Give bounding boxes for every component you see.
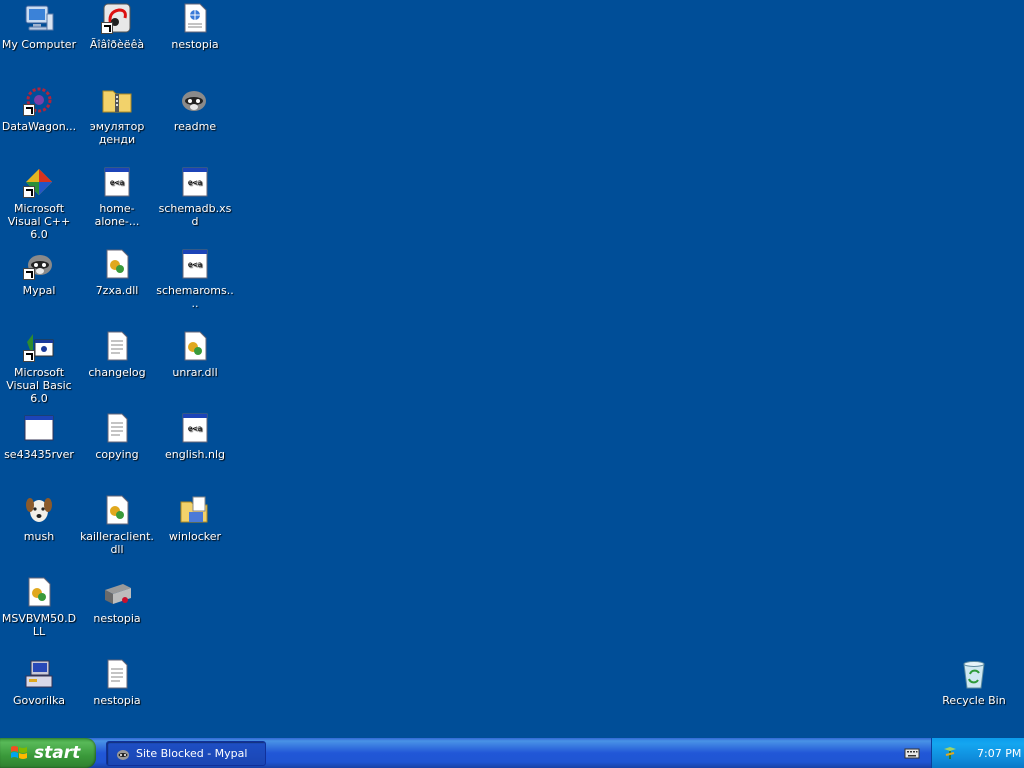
desktop-icon-msvbvm50-dll[interactable]: MSVBVM50.DLL: [0, 576, 78, 638]
desktop-icon-nestopia-txt[interactable]: nestopia: [78, 658, 156, 707]
start-label: start: [34, 743, 81, 763]
desktop-icon-mush[interactable]: mush: [0, 494, 78, 543]
desktop-icon-label: nestopia: [93, 694, 141, 707]
desktop-icon-schemadb-xsd[interactable]: e<a schemadb.xsd: [156, 166, 234, 228]
text-file-icon: [101, 412, 133, 444]
desktop-icon-label: Microsoft Visual Basic 6.0: [6, 366, 72, 405]
desktop-icon-label: nestopia: [171, 38, 219, 51]
xml-file-icon: e<a: [179, 166, 211, 198]
desktop-icon-copying[interactable]: copying: [78, 412, 156, 461]
svg-text:e<a: e<a: [110, 178, 125, 187]
start-button[interactable]: start: [0, 738, 96, 768]
recycle-bin-icon: [958, 658, 990, 690]
svg-text:e<a: e<a: [188, 178, 203, 187]
desktop-icon-label: Microsoft Visual C++ 6.0: [7, 202, 71, 241]
text-file-icon: [101, 330, 133, 362]
visual-cpp-icon: [23, 166, 55, 198]
desktop-icon-label: DataWagon...: [1, 120, 77, 133]
taskbar: start Site Blocked - Mypal 7:07 PM: [0, 738, 1024, 768]
desktop-icon-label: MSVBVM50.DLL: [1, 612, 77, 638]
desktop-icon-schemaroms[interactable]: e<a schemaroms....: [156, 248, 234, 310]
desktop-icon-visual-cpp[interactable]: Microsoft Visual C++ 6.0: [0, 166, 78, 241]
windows-flag-icon: [11, 746, 27, 759]
desktop-icon-recycle-bin[interactable]: Recycle Bin: [935, 658, 1013, 707]
desktop-icon-label: readme: [173, 120, 217, 133]
desktop-icon-nestopia-exe[interactable]: nestopia: [78, 576, 156, 625]
visual-basic-icon: [23, 330, 55, 362]
application-window-icon: [23, 412, 55, 444]
desktop-icon-label: kailleraclient.dll: [80, 530, 154, 556]
desktop-icon-label: nestopia: [93, 612, 141, 625]
desktop-icon-label: Mypal: [22, 284, 56, 297]
desktop-icon-readme[interactable]: readme: [156, 84, 234, 133]
govorilka-icon: [23, 658, 55, 690]
xml-file-icon: e<a: [179, 412, 211, 444]
zip-folder-icon: [101, 84, 133, 116]
mypal-raccoon-icon: [23, 248, 55, 280]
desktop-icon-my-computer[interactable]: My Computer: [0, 2, 78, 51]
desktop-icon-label: english.nlg: [164, 448, 226, 461]
desktop-icon-label: se43435rver: [4, 448, 74, 461]
desktop-icon-datawagon[interactable]: DataWagon...: [0, 84, 78, 133]
html-file-icon: [179, 2, 211, 34]
raccoon-document-icon: [179, 84, 211, 116]
desktop-icon-visual-basic[interactable]: Microsoft Visual Basic 6.0: [0, 330, 78, 405]
xml-file-icon: e<a: [101, 166, 133, 198]
desktop-icon-label: Recycle Bin: [942, 694, 1006, 707]
govorilka-shortcut-icon: [101, 2, 133, 34]
taskbar-item-label: Site Blocked - Mypal: [136, 747, 248, 760]
desktop-icon-label: copying: [95, 448, 139, 461]
dll-file-icon: [101, 248, 133, 280]
mypal-raccoon-icon: [117, 749, 129, 760]
winlocker-folder-icon: [179, 494, 211, 526]
desktop-icon-emulator-dendy[interactable]: эмулятор денди: [78, 84, 156, 146]
desktop-icon-se43435rver[interactable]: se43435rver: [0, 412, 78, 461]
dll-file-icon: [23, 576, 55, 608]
desktop-icon-label: My Computer: [1, 38, 77, 51]
desktop-icon-english-nlg[interactable]: e<a english.nlg: [156, 412, 234, 461]
my-computer-icon: [23, 2, 55, 34]
text-file-icon: [101, 658, 133, 690]
desktop-icon-label: 7zxa.dll: [95, 284, 139, 297]
desktop-icon-label: unrar.dll: [172, 366, 218, 379]
desktop-icon-mypal[interactable]: Mypal: [0, 248, 78, 297]
desktop-icon-label: schemadb.xsd: [158, 202, 232, 228]
desktop-icon-govorilka[interactable]: Govorilka: [0, 658, 78, 707]
desktop-icon-7zxa-dll[interactable]: 7zxa.dll: [78, 248, 156, 297]
desktop-icon-kailleraclient-dll[interactable]: kailleraclient.dll: [78, 494, 156, 556]
keyboard-icon[interactable]: [904, 745, 920, 761]
desktop-icon-govorilka-shortcut[interactable]: Ãîâîðèëêà: [78, 2, 156, 51]
datawagon-icon: [23, 84, 55, 116]
desktop: My Computer DataWagon... Microsoft Visua…: [0, 0, 1024, 738]
dll-file-icon: [101, 494, 133, 526]
desktop-icon-label: home-alone-...: [94, 202, 140, 228]
desktop-icon-label: winlocker: [168, 530, 222, 543]
desktop-icon-changelog[interactable]: changelog: [78, 330, 156, 379]
desktop-icon-label: Ãîâîðèëêà: [89, 38, 145, 51]
xml-file-icon: e<a: [179, 248, 211, 280]
desktop-icon-unrar-dll[interactable]: unrar.dll: [156, 330, 234, 379]
desktop-icon-label: schemaroms....: [156, 284, 234, 310]
desktop-icon-label: changelog: [88, 366, 146, 379]
system-tray: 7:07 PM: [931, 738, 1024, 768]
network-tray-icon[interactable]: [942, 745, 958, 761]
svg-text:e<a: e<a: [188, 260, 203, 269]
dog-icon: [23, 494, 55, 526]
taskbar-item-mypal[interactable]: Site Blocked - Mypal: [106, 741, 266, 766]
desktop-icon-home-alone[interactable]: e<a home-alone-...: [78, 166, 156, 228]
svg-text:e<a: e<a: [188, 424, 203, 433]
dll-file-icon: [179, 330, 211, 362]
desktop-icon-winlocker[interactable]: winlocker: [156, 494, 234, 543]
desktop-icon-nestopia-html[interactable]: nestopia: [156, 2, 234, 51]
desktop-icon-label: эмулятор денди: [89, 120, 145, 146]
clock[interactable]: 7:07 PM: [977, 747, 1021, 760]
desktop-icon-label: Govorilka: [12, 694, 66, 707]
nestopia-console-icon: [101, 576, 133, 608]
desktop-icon-label: mush: [23, 530, 55, 543]
